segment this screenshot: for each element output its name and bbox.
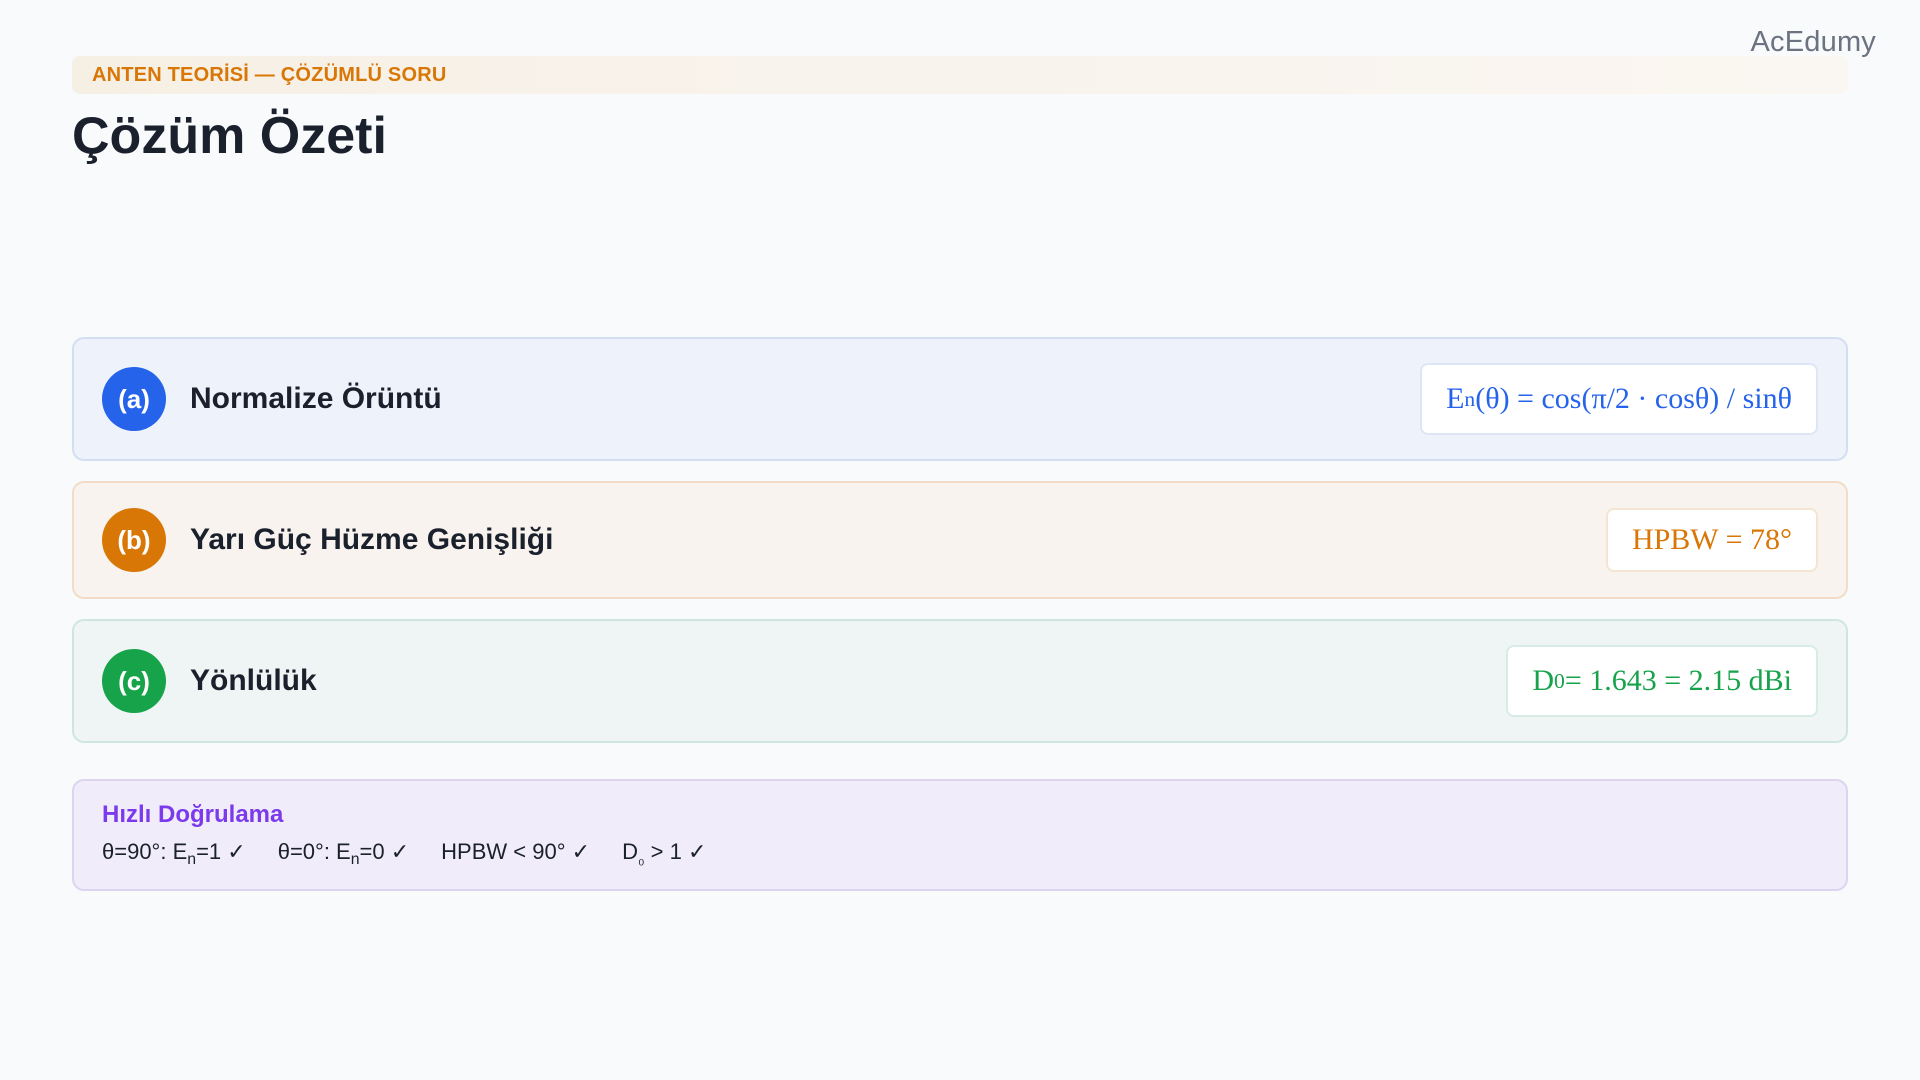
check-text: > 1 ✓ xyxy=(644,839,707,864)
result-formula-b: HPBW = 78° xyxy=(1605,508,1818,572)
formula-part: = 1.643 = 2.15 dBi xyxy=(1564,664,1792,697)
topic-label: ANTEN TEORİSİ — ÇÖZÜMLÜ SORU xyxy=(92,63,447,86)
result-formula-c: D0 = 1.643 = 2.15 dBi xyxy=(1506,645,1818,717)
check-text: D xyxy=(622,839,638,864)
quick-check-list: θ=90°: En=1 ✓ θ=0°: En=0 ✓ HPBW < 90° ✓ … xyxy=(102,839,1818,868)
check-item: θ=90°: En=1 ✓ xyxy=(102,839,246,868)
result-formula-a: En (θ) = cos(π/2 · cosθ) / sinθ xyxy=(1420,363,1818,435)
result-label-a: Normalize Örüntü xyxy=(190,382,442,415)
check-text: =0 ✓ xyxy=(359,839,410,864)
part-badge-b: (b) xyxy=(102,508,166,572)
topic-bar: ANTEN TEORİSİ — ÇÖZÜMLÜ SORU xyxy=(72,56,1848,94)
result-card-a: (a) Normalize Örüntü En (θ) = cos(π/2 · c… xyxy=(72,337,1848,461)
check-text: HPBW < 90° ✓ xyxy=(441,839,591,864)
quick-check-title: Hızlı Doğrulama xyxy=(102,801,284,828)
formula-part: HPBW = 78° xyxy=(1631,523,1792,556)
result-label-c: Yönlülük xyxy=(190,664,317,697)
check-text: θ=0°: E xyxy=(277,839,351,864)
page-title: Çözüm Özeti xyxy=(72,107,387,165)
formula-part: (θ) = cos(π/2 · cosθ) / sinθ xyxy=(1475,382,1792,415)
check-subscript: ₀ xyxy=(637,850,645,868)
result-card-c: (c) Yönlülük D0 = 1.643 = 2.15 dBi xyxy=(72,619,1848,743)
check-item: θ=0°: En=0 ✓ xyxy=(277,839,410,868)
check-text: =1 ✓ xyxy=(196,839,246,864)
result-label-b: Yarı Güç Hüzme Genişliği xyxy=(190,523,554,556)
check-subscript: n xyxy=(187,850,197,868)
check-item: HPBW < 90° ✓ xyxy=(441,839,590,865)
formula-part: D xyxy=(1532,664,1555,697)
check-item: D₀ > 1 ✓ xyxy=(622,839,707,868)
quick-check-panel: Hızlı Doğrulama θ=90°: En=1 ✓ θ=0°: En=0… xyxy=(72,779,1848,891)
part-badge-a: (a) xyxy=(102,367,166,431)
brand-logo-text: AcEdumy xyxy=(1750,26,1876,58)
check-subscript: n xyxy=(350,850,360,868)
check-text: θ=90°: E xyxy=(102,839,188,864)
part-badge-c: (c) xyxy=(102,649,166,713)
result-card-b: (b) Yarı Güç Hüzme Genişliği HPBW = 78° xyxy=(72,481,1848,599)
formula-part: E xyxy=(1446,382,1465,415)
